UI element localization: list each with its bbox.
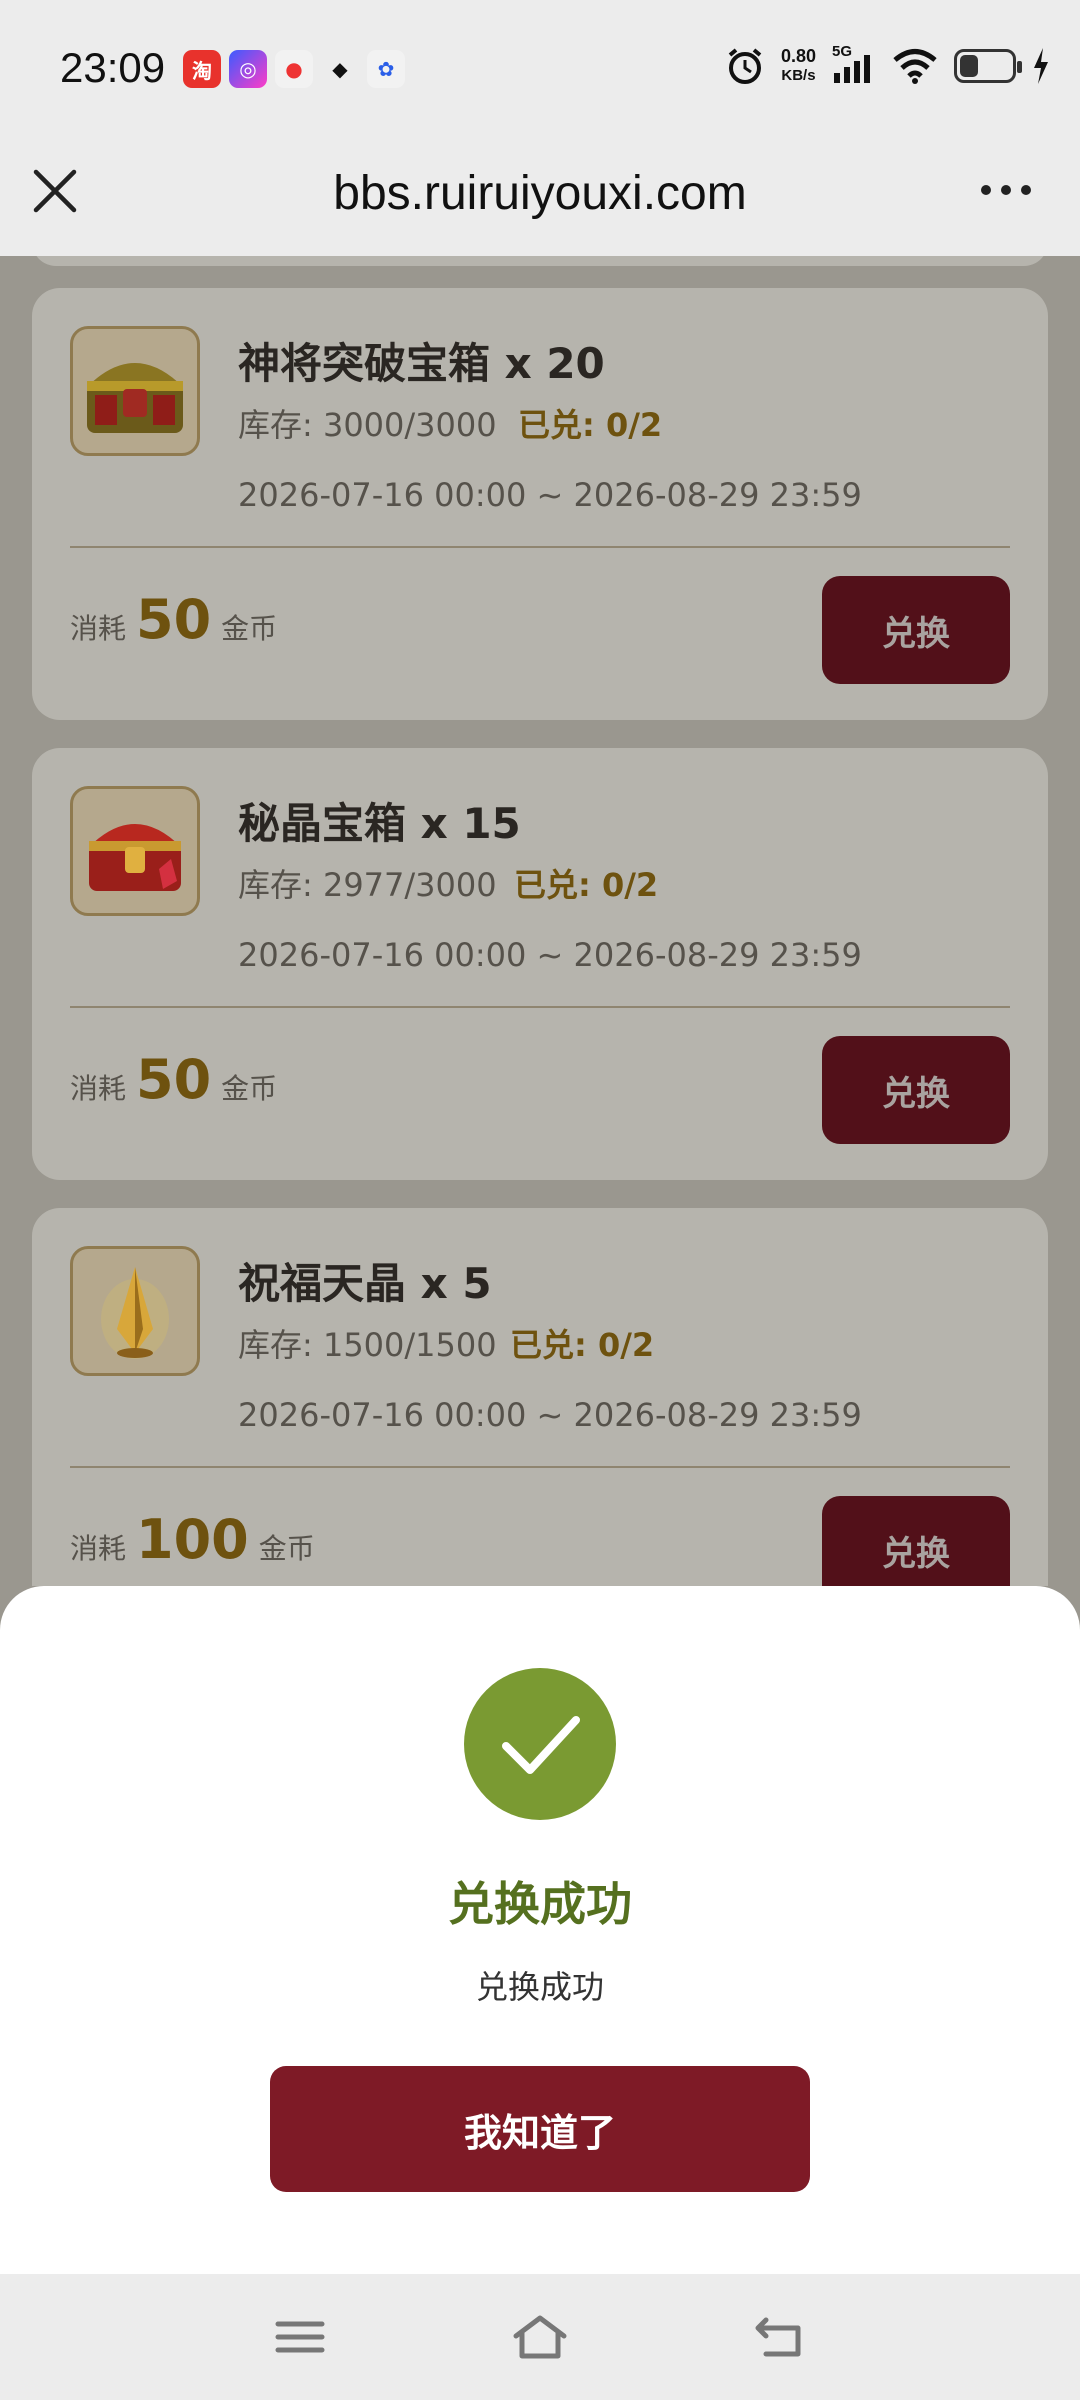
exchange-item: 祝福天晶 x 5 库存: 1500/1500 已兑: 0/2 2026-07-1…: [32, 1208, 1048, 1586]
back-icon[interactable]: [750, 2312, 810, 2362]
previous-card-edge: [32, 256, 1048, 266]
system-nav-bar: [0, 2274, 1080, 2400]
item-stock: 库存: 3000/3000: [238, 406, 497, 444]
acknowledge-button[interactable]: 我知道了: [270, 2066, 810, 2192]
divider: [70, 1466, 1010, 1468]
net-speed: 0.80 KB/s: [781, 46, 816, 86]
item-cost: 消耗 50 金币: [70, 588, 277, 651]
exchange-item: 神将突破宝箱 x 20 库存: 3000/3000 已兑: 0/2 2026-0…: [32, 288, 1048, 720]
item-period: 2026-07-16 00:00 ~ 2026-08-29 23:59: [238, 1396, 862, 1434]
gold-chest-icon: [70, 326, 200, 456]
cost-value: 50: [136, 588, 212, 651]
item-redeemed: 已兑: 0/2: [518, 406, 663, 444]
item-stock: 库存: 1500/1500: [238, 1326, 497, 1364]
baidu-icon: ✿: [367, 50, 405, 88]
item-cost: 消耗 100 金币: [70, 1508, 315, 1571]
browser-header: bbs.ruiruiyouxi.com: [0, 140, 1080, 256]
success-check-icon: [464, 1668, 616, 1820]
cost-label: 消耗: [70, 612, 127, 645]
item-title: 祝福天晶 x 5: [238, 1259, 492, 1308]
cost-unit: 金币: [258, 1532, 315, 1565]
item-stock: 库存: 2977/3000: [238, 866, 497, 904]
page-url-title: bbs.ruiruiyouxi.com: [333, 167, 747, 220]
item-period: 2026-07-16 00:00 ~ 2026-08-29 23:59: [238, 936, 862, 974]
menu-icon[interactable]: [270, 2312, 330, 2362]
dialog-message: 兑换成功: [475, 1968, 604, 2006]
red-chest-icon: [70, 786, 200, 916]
redeem-button[interactable]: 兑换: [822, 576, 1010, 684]
cost-label: 消耗: [70, 1532, 127, 1565]
item-redeemed: 已兑: 0/2: [514, 866, 659, 904]
cost-unit: 金币: [221, 1072, 278, 1105]
crystal-icon: [70, 1246, 200, 1376]
notification-icons: 淘 ◎ ● ◆ ✿: [183, 50, 405, 88]
status-bar: 23:09 淘 ◎ ● ◆ ✿ 0.80 KB/s 5G: [0, 0, 1080, 140]
item-title: 秘晶宝箱 x 15: [238, 799, 521, 848]
net-speed-unit: KB/s: [781, 67, 816, 84]
redeem-button[interactable]: 兑换: [822, 1036, 1010, 1144]
cellular-signal-icon: 5G: [832, 43, 876, 85]
wifi-icon: [893, 49, 937, 84]
battery-icon: [954, 49, 1022, 83]
item-title: 神将突破宝箱 x 20: [238, 339, 605, 388]
success-dialog: 兑换成功 兑换成功 我知道了: [0, 1586, 1080, 2274]
alarm-icon: [728, 48, 762, 84]
app-icon: ◎: [229, 50, 267, 88]
item-redeemed: 已兑: 0/2: [510, 1326, 655, 1364]
dialog-title: 兑换成功: [448, 1877, 632, 1931]
divider: [70, 1006, 1010, 1008]
qq-icon: ◆: [321, 50, 359, 88]
cost-value: 100: [136, 1508, 249, 1571]
item-period: 2026-07-16 00:00 ~ 2026-08-29 23:59: [238, 476, 862, 514]
exchange-list: 神将突破宝箱 x 20 库存: 3000/3000 已兑: 0/2 2026-0…: [0, 256, 1080, 1586]
divider: [70, 546, 1010, 548]
item-cost: 消耗 50 金币: [70, 1048, 277, 1111]
net-speed-value: 0.80: [780, 46, 816, 66]
exchange-item: 秘晶宝箱 x 15 库存: 2977/3000 已兑: 0/2 2026-07-…: [32, 748, 1048, 1180]
status-indicators: 0.80 KB/s 5G: [725, 43, 1050, 86]
more-icon[interactable]: [978, 170, 1034, 210]
status-time: 23:09: [60, 44, 166, 91]
cost-label: 消耗: [70, 1072, 127, 1105]
douyin-icon: ●: [275, 50, 313, 88]
cost-value: 50: [136, 1048, 212, 1111]
home-icon[interactable]: [510, 2312, 570, 2362]
cost-unit: 金币: [221, 612, 278, 645]
redeem-button[interactable]: 兑换: [822, 1496, 1010, 1586]
taobao-icon: 淘: [183, 50, 221, 88]
charging-icon: [1034, 48, 1048, 84]
